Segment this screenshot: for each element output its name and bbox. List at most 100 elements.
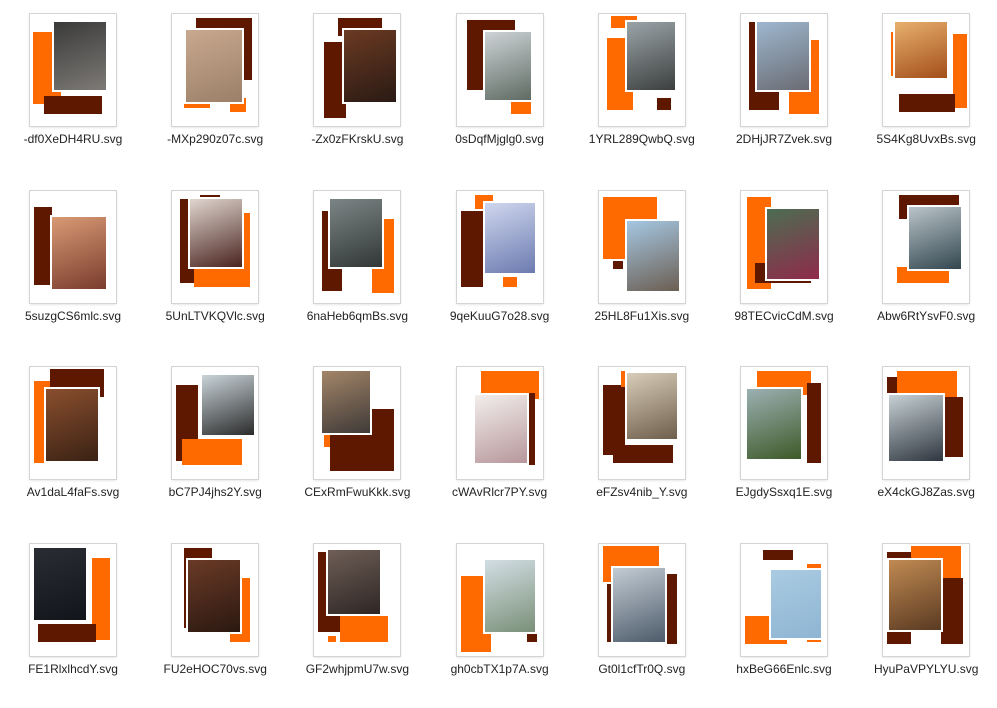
file-thumbnail[interactable] — [172, 190, 259, 303]
file-thumbnail[interactable] — [741, 543, 827, 656]
file-name[interactable]: -MXp290z07c.svg — [140, 132, 290, 146]
file-thumbnail[interactable] — [741, 190, 827, 303]
file-item[interactable]: Abw6RtYsvF0.svg — [855, 179, 997, 355]
file-thumbnail[interactable] — [883, 543, 970, 656]
file-thumbnail[interactable] — [883, 190, 970, 303]
file-item[interactable]: eFZsv4nib_Y.svg — [571, 355, 713, 531]
file-thumbnail[interactable] — [598, 14, 685, 126]
file-item[interactable]: 1YRL289QwbQ.svg — [571, 2, 713, 178]
file-name[interactable]: Av1daL4faFs.svg — [0, 485, 148, 499]
file-name[interactable]: FU2eHOC70vs.svg — [140, 662, 290, 676]
file-thumbnail[interactable] — [456, 367, 543, 479]
thumbnail-photo — [328, 196, 385, 269]
file-name[interactable]: 25HL8Fu1Xis.svg — [567, 309, 717, 323]
file-name[interactable]: 1YRL289QwbQ.svg — [567, 132, 717, 146]
file-thumbnail[interactable] — [883, 14, 970, 126]
file-name[interactable]: eFZsv4nib_Y.svg — [567, 485, 717, 499]
file-name[interactable]: eX4ckGJ8Zas.svg — [851, 485, 997, 499]
file-name[interactable]: 5suzgCS6mlc.svg — [0, 309, 148, 323]
file-item[interactable]: gh0cbTX1p7A.svg — [429, 532, 571, 708]
file-thumbnail[interactable] — [456, 14, 543, 126]
file-name[interactable]: gh0cbTX1p7A.svg — [425, 662, 575, 676]
decor-block — [182, 439, 243, 465]
file-name[interactable]: 6naHeb6qmBs.svg — [282, 309, 432, 323]
file-item[interactable]: eX4ckGJ8Zas.svg — [855, 355, 997, 531]
file-item[interactable]: 6naHeb6qmBs.svg — [286, 179, 428, 355]
file-item[interactable]: Gt0l1cfTr0Q.svg — [571, 532, 713, 708]
file-item[interactable]: 0sDqfMjglg0.svg — [429, 2, 571, 178]
file-name[interactable]: -df0XeDH4RU.svg — [0, 132, 148, 146]
file-name[interactable]: hxBeG66Enlc.svg — [709, 662, 859, 676]
file-name[interactable]: 5UnLTVKQVlc.svg — [140, 309, 290, 323]
file-thumbnail[interactable] — [314, 190, 401, 303]
file-thumbnail[interactable] — [314, 543, 401, 656]
thumbnail-photo — [610, 565, 667, 644]
file-name[interactable]: -Zx0zFKrskU.svg — [282, 132, 432, 146]
file-item[interactable]: CExRmFwuKkk.svg — [286, 355, 428, 531]
file-item[interactable]: bC7PJ4jhs2Y.svg — [144, 355, 286, 531]
decor-block — [44, 96, 102, 114]
file-name[interactable]: 2DHjJR7Zvek.svg — [709, 132, 859, 146]
file-name[interactable]: GF2whjpmU7w.svg — [282, 662, 432, 676]
file-name[interactable]: CExRmFwuKkk.svg — [282, 485, 432, 499]
decor-block — [953, 34, 968, 108]
file-name[interactable]: bC7PJ4jhs2Y.svg — [140, 485, 290, 499]
file-name[interactable]: 0sDqfMjglg0.svg — [425, 132, 575, 146]
file-item[interactable]: Av1daL4faFs.svg — [2, 355, 144, 531]
decor-block — [763, 549, 793, 560]
file-thumbnail[interactable] — [598, 190, 685, 303]
file-name[interactable]: EJgdySsxq1E.svg — [709, 485, 859, 499]
file-thumbnail[interactable] — [30, 190, 116, 303]
thumbnail-photo — [32, 545, 88, 622]
file-thumbnail[interactable] — [598, 543, 685, 656]
file-item[interactable]: EJgdySsxq1E.svg — [713, 355, 855, 531]
thumbnail-photo — [887, 393, 946, 463]
file-item[interactable]: -Zx0zFKrskU.svg — [286, 2, 428, 178]
file-thumbnail[interactable] — [456, 543, 543, 656]
file-thumbnail[interactable] — [741, 14, 827, 126]
file-thumbnail[interactable] — [314, 14, 401, 126]
file-thumbnail[interactable] — [598, 367, 685, 479]
thumbnail-photo — [186, 557, 243, 634]
file-name[interactable]: 98TECvicCdM.svg — [709, 309, 859, 323]
thumbnail-photo — [200, 373, 257, 437]
file-item[interactable]: 5S4Kg8UvxBs.svg — [855, 2, 997, 178]
file-name[interactable]: Gt0l1cfTr0Q.svg — [567, 662, 717, 676]
file-thumbnail[interactable] — [30, 367, 116, 479]
file-item[interactable]: FU2eHOC70vs.svg — [144, 532, 286, 708]
thumbnail-photo — [320, 369, 373, 435]
decor-block — [340, 615, 389, 642]
file-item[interactable]: 9qeKuuG7o28.svg — [429, 179, 571, 355]
file-thumbnail[interactable] — [172, 543, 259, 656]
file-name[interactable]: 9qeKuuG7o28.svg — [425, 309, 575, 323]
file-name[interactable]: Abw6RtYsvF0.svg — [851, 309, 997, 323]
file-item[interactable]: HyuPaVPYLYU.svg — [855, 532, 997, 708]
file-name[interactable]: HyuPaVPYLYU.svg — [851, 662, 997, 676]
file-item[interactable]: 5suzgCS6mlc.svg — [2, 179, 144, 355]
file-thumbnail[interactable] — [30, 14, 116, 126]
file-item[interactable]: cWAvRlcr7PY.svg — [429, 355, 571, 531]
file-item[interactable]: 98TECvicCdM.svg — [713, 179, 855, 355]
file-name[interactable]: 5S4Kg8UvxBs.svg — [851, 132, 997, 146]
file-item[interactable]: GF2whjpmU7w.svg — [286, 532, 428, 708]
file-item[interactable]: 25HL8Fu1Xis.svg — [571, 179, 713, 355]
file-thumbnail[interactable] — [456, 190, 543, 303]
file-item[interactable]: 2DHjJR7Zvek.svg — [713, 2, 855, 178]
file-thumbnail[interactable] — [172, 367, 259, 479]
decor-block — [502, 276, 517, 287]
file-thumbnail[interactable] — [314, 367, 401, 479]
file-item[interactable]: FE1RlxlhcdY.svg — [2, 532, 144, 708]
file-thumbnail[interactable] — [741, 367, 827, 479]
file-thumbnail[interactable] — [30, 543, 116, 656]
file-thumbnail[interactable] — [883, 367, 970, 479]
file-thumbnail[interactable] — [172, 14, 259, 126]
file-item[interactable]: -MXp290z07c.svg — [144, 2, 286, 178]
file-name[interactable]: FE1RlxlhcdY.svg — [0, 662, 148, 676]
decor-block — [899, 94, 956, 112]
file-item[interactable]: -df0XeDH4RU.svg — [2, 2, 144, 178]
thumbnail-photo — [472, 393, 529, 465]
file-item[interactable]: 5UnLTVKQVlc.svg — [144, 179, 286, 355]
file-item[interactable]: hxBeG66Enlc.svg — [713, 532, 855, 708]
file-name[interactable]: cWAvRlcr7PY.svg — [425, 485, 575, 499]
decor-block — [941, 577, 964, 644]
